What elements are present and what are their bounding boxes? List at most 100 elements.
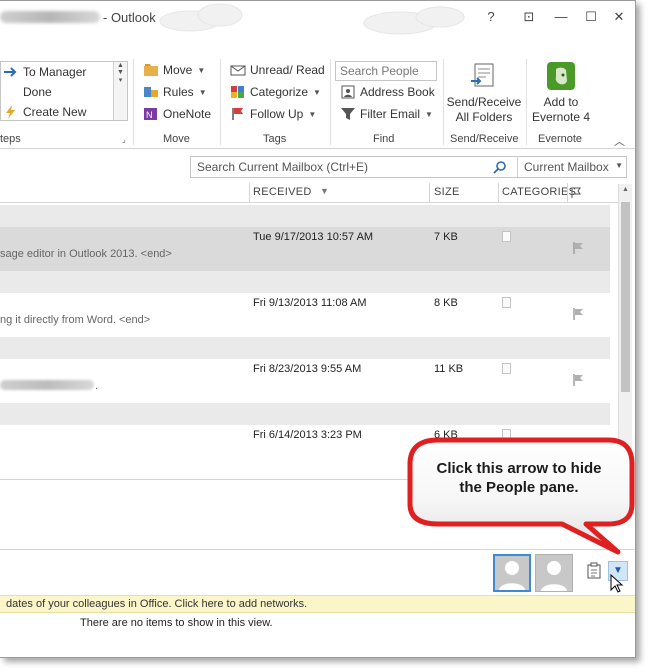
flag-icon[interactable] xyxy=(571,307,585,321)
quick-step-create-new[interactable]: Create New xyxy=(3,105,86,119)
chevron-down-icon: ▼ xyxy=(425,109,433,119)
onenote-button[interactable]: N OneNote xyxy=(143,107,211,121)
group-separator xyxy=(330,59,331,145)
svg-text:N: N xyxy=(146,110,153,120)
chevron-down-icon: ▼ xyxy=(615,161,623,170)
chevron-down-icon: ▼ xyxy=(197,65,206,75)
blurred-preview xyxy=(0,380,94,390)
quick-steps-gallery: To Manager Done Create New ▲ ▼ ▾ xyxy=(0,61,128,121)
message-size: 6 KB xyxy=(434,429,458,441)
group-header-row[interactable] xyxy=(0,403,610,425)
move-label: Move xyxy=(163,63,193,77)
search-mailbox-bar: Search Current Mailbox (Ctrl+E) Current … xyxy=(190,156,627,178)
group-separator xyxy=(220,59,221,145)
callout-line-2: the People pane. xyxy=(459,479,579,496)
group-label-tags: Tags xyxy=(263,133,287,145)
message-row[interactable]: Fri 8/23/2013 9:55 AM 11 KB . xyxy=(0,359,610,403)
message-preview: ng it directly from Word. <end> xyxy=(0,314,151,326)
people-pane xyxy=(0,549,635,595)
send-receive-icon xyxy=(471,63,494,87)
collapse-ribbon-icon[interactable]: ︿ xyxy=(614,133,625,149)
avatar[interactable] xyxy=(493,554,531,592)
group-label-find: Find xyxy=(373,133,395,145)
title-cloud-decoration xyxy=(159,3,465,35)
message-size: 7 KB xyxy=(434,231,458,243)
search-icon[interactable] xyxy=(493,160,507,174)
search-people-input[interactable]: Search People xyxy=(335,61,437,81)
title-bar: - Outlook ? ⊡ — ☐ ✕ xyxy=(0,1,635,35)
help-button[interactable]: ? xyxy=(478,7,504,27)
flag-column-icon[interactable] xyxy=(570,187,582,199)
search-scope-dropdown[interactable]: Current Mailbox ▼ xyxy=(517,157,627,177)
send-receive-label-1: Send/Receive xyxy=(446,95,522,109)
category-box[interactable] xyxy=(502,297,511,308)
unread-read-button[interactable]: Unread/ Read xyxy=(230,63,325,77)
flag-icon[interactable] xyxy=(571,373,585,387)
column-received[interactable]: RECEIVED xyxy=(253,186,312,198)
address-book-icon xyxy=(341,85,355,99)
close-button[interactable]: ✕ xyxy=(606,7,632,27)
group-header-row[interactable] xyxy=(0,271,610,293)
rules-label: Rules xyxy=(163,85,194,99)
search-mailbox-input[interactable]: Search Current Mailbox (Ctrl+E) xyxy=(197,160,368,174)
quick-step-label: To Manager xyxy=(23,65,87,79)
onenote-icon: N xyxy=(144,108,157,120)
ribbon-display-button[interactable]: ⊡ xyxy=(516,7,542,27)
group-header-row[interactable] xyxy=(0,337,610,359)
arrow-right-icon xyxy=(4,67,17,77)
category-box[interactable] xyxy=(502,363,511,374)
outlook-window: - Outlook ? ⊡ — ☐ ✕ To Manager Done Crea… xyxy=(0,0,636,658)
avatar[interactable] xyxy=(535,554,573,592)
group-separator xyxy=(526,59,527,145)
address-book-button[interactable]: Address Book xyxy=(340,85,435,99)
column-separator xyxy=(249,183,250,202)
minimize-button[interactable]: — xyxy=(548,7,574,27)
evernote-label-2: Evernote 4 xyxy=(531,110,591,124)
mouse-cursor-icon xyxy=(610,574,624,593)
column-separator xyxy=(429,183,430,202)
callout-line-1: Click this arrow to hide xyxy=(436,460,602,477)
quick-steps-scroll[interactable]: ▲ ▼ ▾ xyxy=(113,62,127,120)
column-categories[interactable]: CATEGORIES xyxy=(502,186,576,198)
quick-step-to-manager[interactable]: To Manager xyxy=(3,65,86,79)
send-receive-all-folders-button[interactable]: Send/Receive All Folders xyxy=(446,61,522,131)
message-row[interactable]: Fri 9/13/2013 11:08 AM 8 KB ng it direct… xyxy=(0,293,610,337)
scroll-up-icon[interactable]: ▲ xyxy=(622,186,629,193)
message-size: 11 KB xyxy=(434,363,464,375)
group-label-evernote: Evernote xyxy=(538,133,583,145)
column-separator xyxy=(567,183,568,202)
group-header-row[interactable] xyxy=(0,205,610,227)
social-connector-info-bar[interactable]: dates of your colleagues in Office. Clic… xyxy=(0,595,635,613)
move-button[interactable]: Move ▼ xyxy=(143,63,205,77)
filter-email-button[interactable]: Filter Email ▼ xyxy=(340,107,433,121)
filter-email-label: Filter Email xyxy=(360,107,421,121)
rules-button[interactable]: Rules ▼ xyxy=(143,85,207,99)
quick-step-done[interactable]: Done xyxy=(3,85,52,99)
move-folder-icon xyxy=(144,64,158,76)
filter-icon xyxy=(341,108,355,120)
message-received: Fri 6/14/2013 3:23 PM xyxy=(253,429,362,441)
follow-up-button[interactable]: Follow Up ▼ xyxy=(230,107,316,121)
group-separator xyxy=(133,59,134,145)
send-receive-label-2: All Folders xyxy=(455,110,513,124)
message-received: Tue 9/17/2013 10:57 AM xyxy=(253,231,374,243)
people-pane-details-icon[interactable] xyxy=(586,562,604,580)
message-list-scrollbar[interactable]: ▲ xyxy=(618,184,632,449)
categorize-button[interactable]: Categorize ▼ xyxy=(230,85,321,99)
person-icon xyxy=(499,561,525,590)
add-to-evernote-button[interactable]: Add to Evernote 4 xyxy=(530,61,592,131)
maximize-button[interactable]: ☐ xyxy=(578,7,604,27)
envelope-icon xyxy=(230,65,246,76)
scrollbar-thumb[interactable] xyxy=(621,202,630,392)
message-size: 8 KB xyxy=(434,297,458,309)
category-box[interactable] xyxy=(502,429,511,440)
message-received: Fri 8/23/2013 9:55 AM xyxy=(253,363,362,375)
categorize-icon xyxy=(231,86,244,98)
dialog-launcher-icon[interactable]: ⌟ xyxy=(122,135,126,144)
message-row[interactable]: Tue 9/17/2013 10:57 AM 7 KB sage editor … xyxy=(0,227,610,271)
column-size[interactable]: SIZE xyxy=(434,186,460,198)
chevron-down-icon: ▼ xyxy=(308,109,317,119)
group-label-send-receive: Send/Receive xyxy=(450,133,519,145)
flag-icon[interactable] xyxy=(571,241,585,255)
category-box[interactable] xyxy=(502,231,511,242)
